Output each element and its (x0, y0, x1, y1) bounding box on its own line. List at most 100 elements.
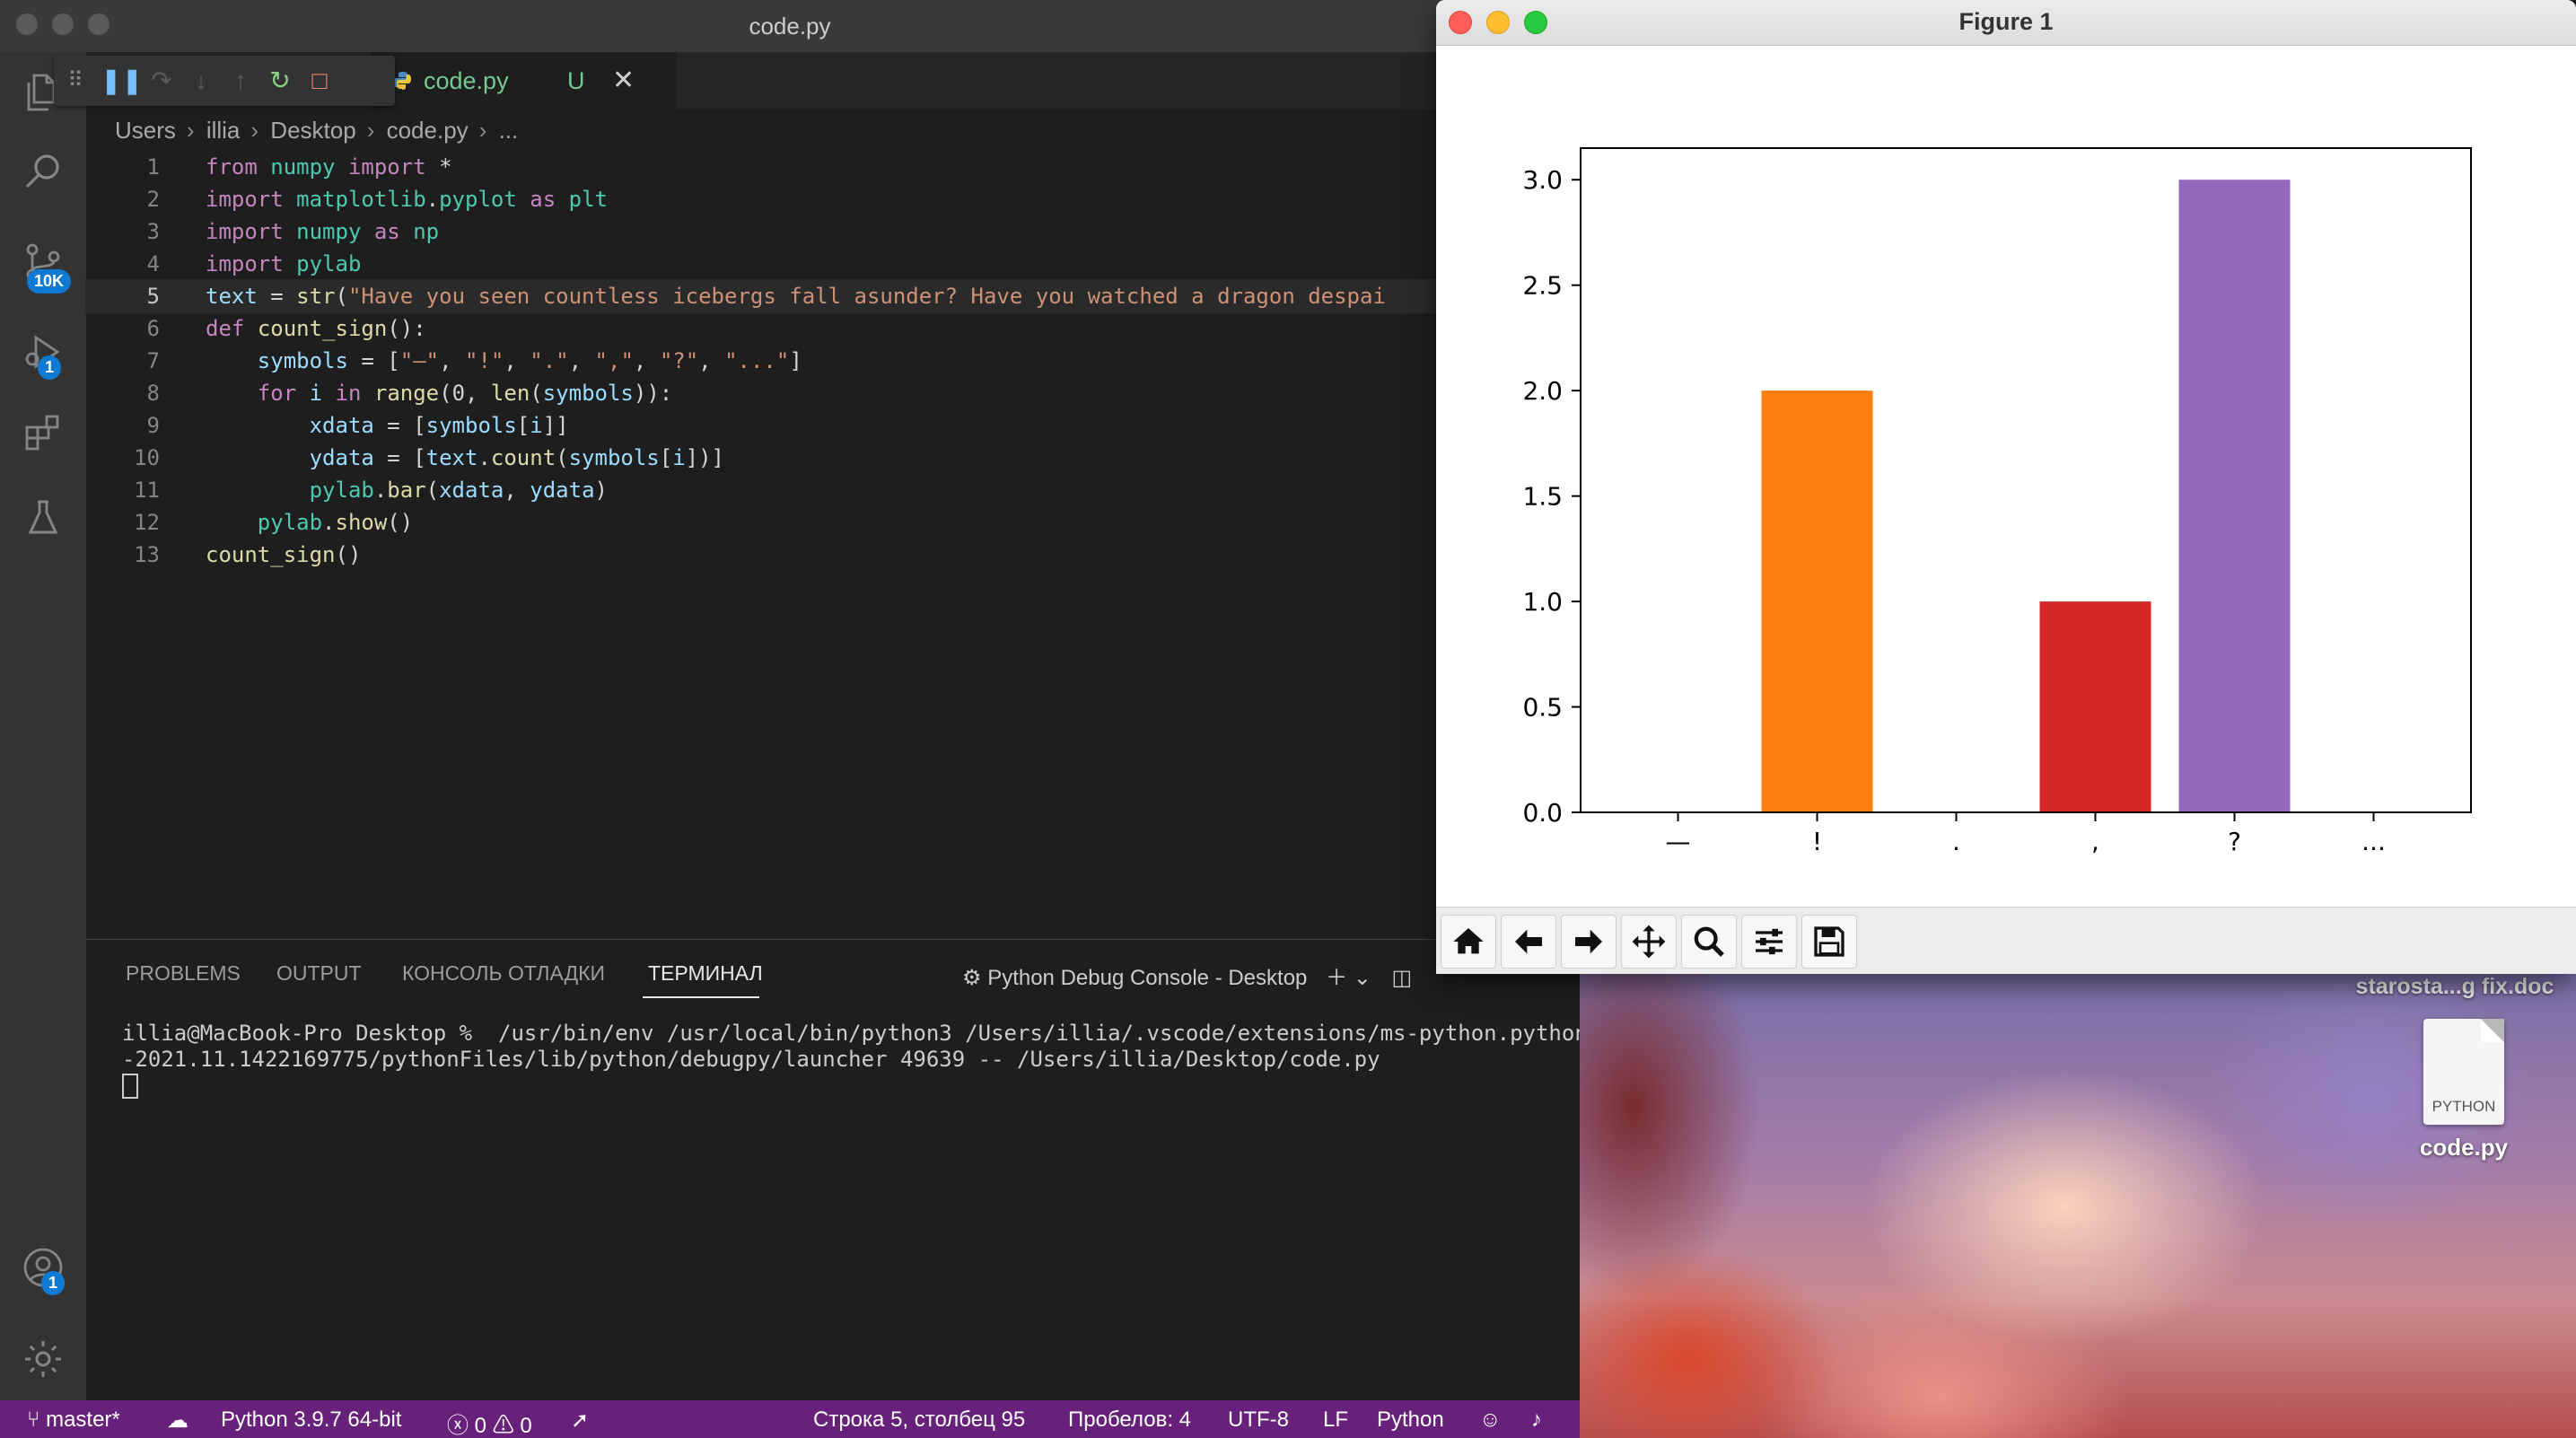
extensions-icon[interactable] (22, 411, 65, 454)
chevron-down-icon[interactable]: ⌄ (1354, 966, 1371, 990)
sync-icon[interactable]: ☁ (167, 1407, 188, 1434)
tab-problems[interactable]: PROBLEMS (126, 961, 241, 986)
accounts-icon[interactable]: 1 (22, 1246, 66, 1295)
floppy-disk-icon (1814, 926, 1844, 957)
branch-status[interactable]: ⑂ master* (27, 1407, 120, 1433)
y-tick-label: 1.0 (1522, 587, 1563, 617)
desktop-file-code-py[interactable]: PYTHON code.py (2419, 1019, 2509, 1162)
chevron-right-icon: › (250, 117, 259, 144)
breadcrumb-item[interactable]: Desktop (270, 117, 355, 144)
drag-handle-icon[interactable]: ⠿ (59, 65, 92, 97)
testing-flask-icon[interactable] (22, 496, 65, 539)
breadcrumb-item[interactable]: ... (499, 117, 519, 144)
line-number: 10 (134, 445, 160, 470)
plot-frame (1580, 147, 2472, 813)
error-count: 0 (474, 1414, 487, 1438)
encoding-status[interactable]: UTF-8 (1228, 1407, 1289, 1433)
chevron-right-icon: › (366, 117, 375, 144)
sliders-icon (1756, 928, 1783, 955)
settings-gear-icon[interactable] (22, 1337, 65, 1381)
vscode-titlebar: code.py (0, 0, 1580, 52)
code-line[interactable]: 6 def count_sign(): (86, 312, 1468, 345)
cursor-position-status[interactable]: Строка 5, столбец 95 (813, 1407, 1025, 1433)
line-number: 3 (146, 219, 160, 244)
zoom-button[interactable] (1681, 915, 1737, 969)
code-line[interactable]: 13 count_sign() (86, 539, 1468, 571)
y-tick-label: 2.0 (1522, 376, 1563, 406)
save-button[interactable] (1801, 915, 1857, 969)
y-tick-label: 2.5 (1522, 271, 1563, 301)
move-icon (1632, 925, 1666, 959)
debug-toolbar: ⠿ ❚❚ ↷ ↓ ↑ ↻ □ (54, 56, 395, 106)
close-icon[interactable]: ✕ (612, 65, 635, 96)
step-over-icon[interactable]: ↷ (145, 65, 178, 97)
feedback-icon[interactable]: ☺ (1479, 1407, 1502, 1433)
code-text: import numpy as np (206, 219, 440, 244)
code-line[interactable]: 2 import matplotlib.pyplot as plt (86, 183, 1468, 215)
code-text: for i in range(0, len(symbols)): (257, 381, 673, 406)
code-editor[interactable]: 1 from numpy import * 2 import matplotlib.p… (85, 151, 1469, 571)
home-button[interactable] (1441, 915, 1496, 969)
arrow-right-icon (1575, 929, 1602, 954)
debug-icon: ⚙ (962, 966, 982, 990)
code-line[interactable]: 11 pylab.bar(xdata, ydata) (86, 474, 1468, 506)
desktop-file-label-top[interactable]: starosta...g fix.doc (2334, 974, 2576, 1000)
eol-status[interactable]: LF (1323, 1407, 1348, 1433)
activity-bar: 10K 1 1 (0, 52, 86, 1400)
code-line[interactable]: 12 pylab.show() (86, 506, 1468, 539)
split-terminal-icon[interactable]: ◫ (1392, 966, 1413, 990)
code-line[interactable]: 9 xdata = [symbols[i]] (86, 409, 1468, 442)
figure-titlebar: Figure 1 (1436, 0, 2576, 46)
line-number: 4 (146, 251, 160, 276)
x-tick-label: ... (2361, 827, 2386, 856)
y-tick-label: 0.0 (1522, 798, 1563, 828)
code-line[interactable]: 1 from numpy import * (86, 151, 1468, 183)
line-number: 9 (146, 413, 160, 438)
restart-icon[interactable]: ↻ (264, 65, 296, 97)
terminal-selector[interactable]: ⚙ Python Debug Console - Desktop ＋ ⌄ ◫ (962, 960, 1412, 991)
stop-icon[interactable]: □ (303, 65, 336, 97)
indentation-status[interactable]: Пробелов: 4 (1068, 1407, 1191, 1433)
python-file-icon: PYTHON (2423, 1019, 2504, 1125)
live-share-icon[interactable]: ➚ (571, 1407, 589, 1434)
notifications-bell-icon[interactable]: ♪ (1531, 1407, 1542, 1433)
tab-code-py[interactable]: code.py U ✕ (372, 52, 677, 110)
line-number: 8 (146, 381, 160, 406)
new-terminal-icon[interactable]: ＋ (1326, 966, 1347, 990)
pan-button[interactable] (1621, 915, 1677, 969)
terminal-selector-label: Python Debug Console - Desktop (987, 966, 1308, 990)
problems-status[interactable]: ⓧ 0 ⚠ 0 (447, 1407, 532, 1438)
breadcrumb-item[interactable]: code.py (387, 117, 469, 144)
code-line[interactable]: 5 text = str("Have you seen countless ice… (85, 279, 1469, 313)
code-line[interactable]: 3 import numpy as np (86, 215, 1468, 248)
step-out-icon[interactable]: ↑ (224, 65, 257, 97)
back-button[interactable] (1501, 915, 1556, 969)
terminal-output[interactable]: illia@MacBook-Pro Desktop % /usr/bin/env… (122, 1021, 1580, 1099)
terminal-line: -2021.11.1422169775/pythonFiles/lib/pyth… (122, 1047, 1380, 1072)
pause-icon[interactable]: ❚❚ (101, 65, 143, 97)
code-text: from numpy import * (206, 154, 452, 180)
interpreter-status[interactable]: Python 3.9.7 64-bit (221, 1407, 401, 1433)
code-line[interactable]: 10 ydata = [text.count(symbols[i])] (86, 442, 1468, 474)
step-into-icon[interactable]: ↓ (185, 65, 217, 97)
tab-output[interactable]: OUTPUT (276, 961, 362, 986)
search-icon[interactable] (22, 151, 65, 194)
source-control-icon[interactable]: 10K (22, 241, 72, 294)
editor-tab-bar: code.py U ✕ ⠿ ❚❚ ↷ ↓ ↑ ↻ □ ▷ ⌄ (54, 52, 1580, 110)
terminal-cursor (122, 1074, 138, 1099)
tab-terminal[interactable]: ТЕРМИНАЛ (648, 961, 763, 986)
tab-debug-console[interactable]: КОНСОЛЬ ОТЛАДКИ (402, 961, 605, 986)
breadcrumb-item[interactable]: illia (206, 117, 241, 144)
code-line[interactable]: 8 for i in range(0, len(symbols)): (86, 377, 1468, 409)
forward-button[interactable] (1561, 915, 1617, 969)
configure-subplots-button[interactable] (1741, 915, 1797, 969)
language-status[interactable]: Python (1377, 1407, 1444, 1433)
breadcrumb-item[interactable]: Users (115, 117, 176, 144)
figure-toolbar (1436, 907, 2576, 974)
code-line[interactable]: 7 symbols = ["—", "!", ".", ",", "?", ".… (86, 345, 1468, 377)
terminal-line: illia@MacBook-Pro Desktop % /usr/bin/env… (122, 1021, 1580, 1046)
code-line[interactable]: 4 import pylab (86, 248, 1468, 280)
tab-modified-flag: U (567, 67, 585, 94)
bar-3 (2039, 601, 2151, 812)
run-debug-icon[interactable]: 1 (22, 330, 65, 380)
